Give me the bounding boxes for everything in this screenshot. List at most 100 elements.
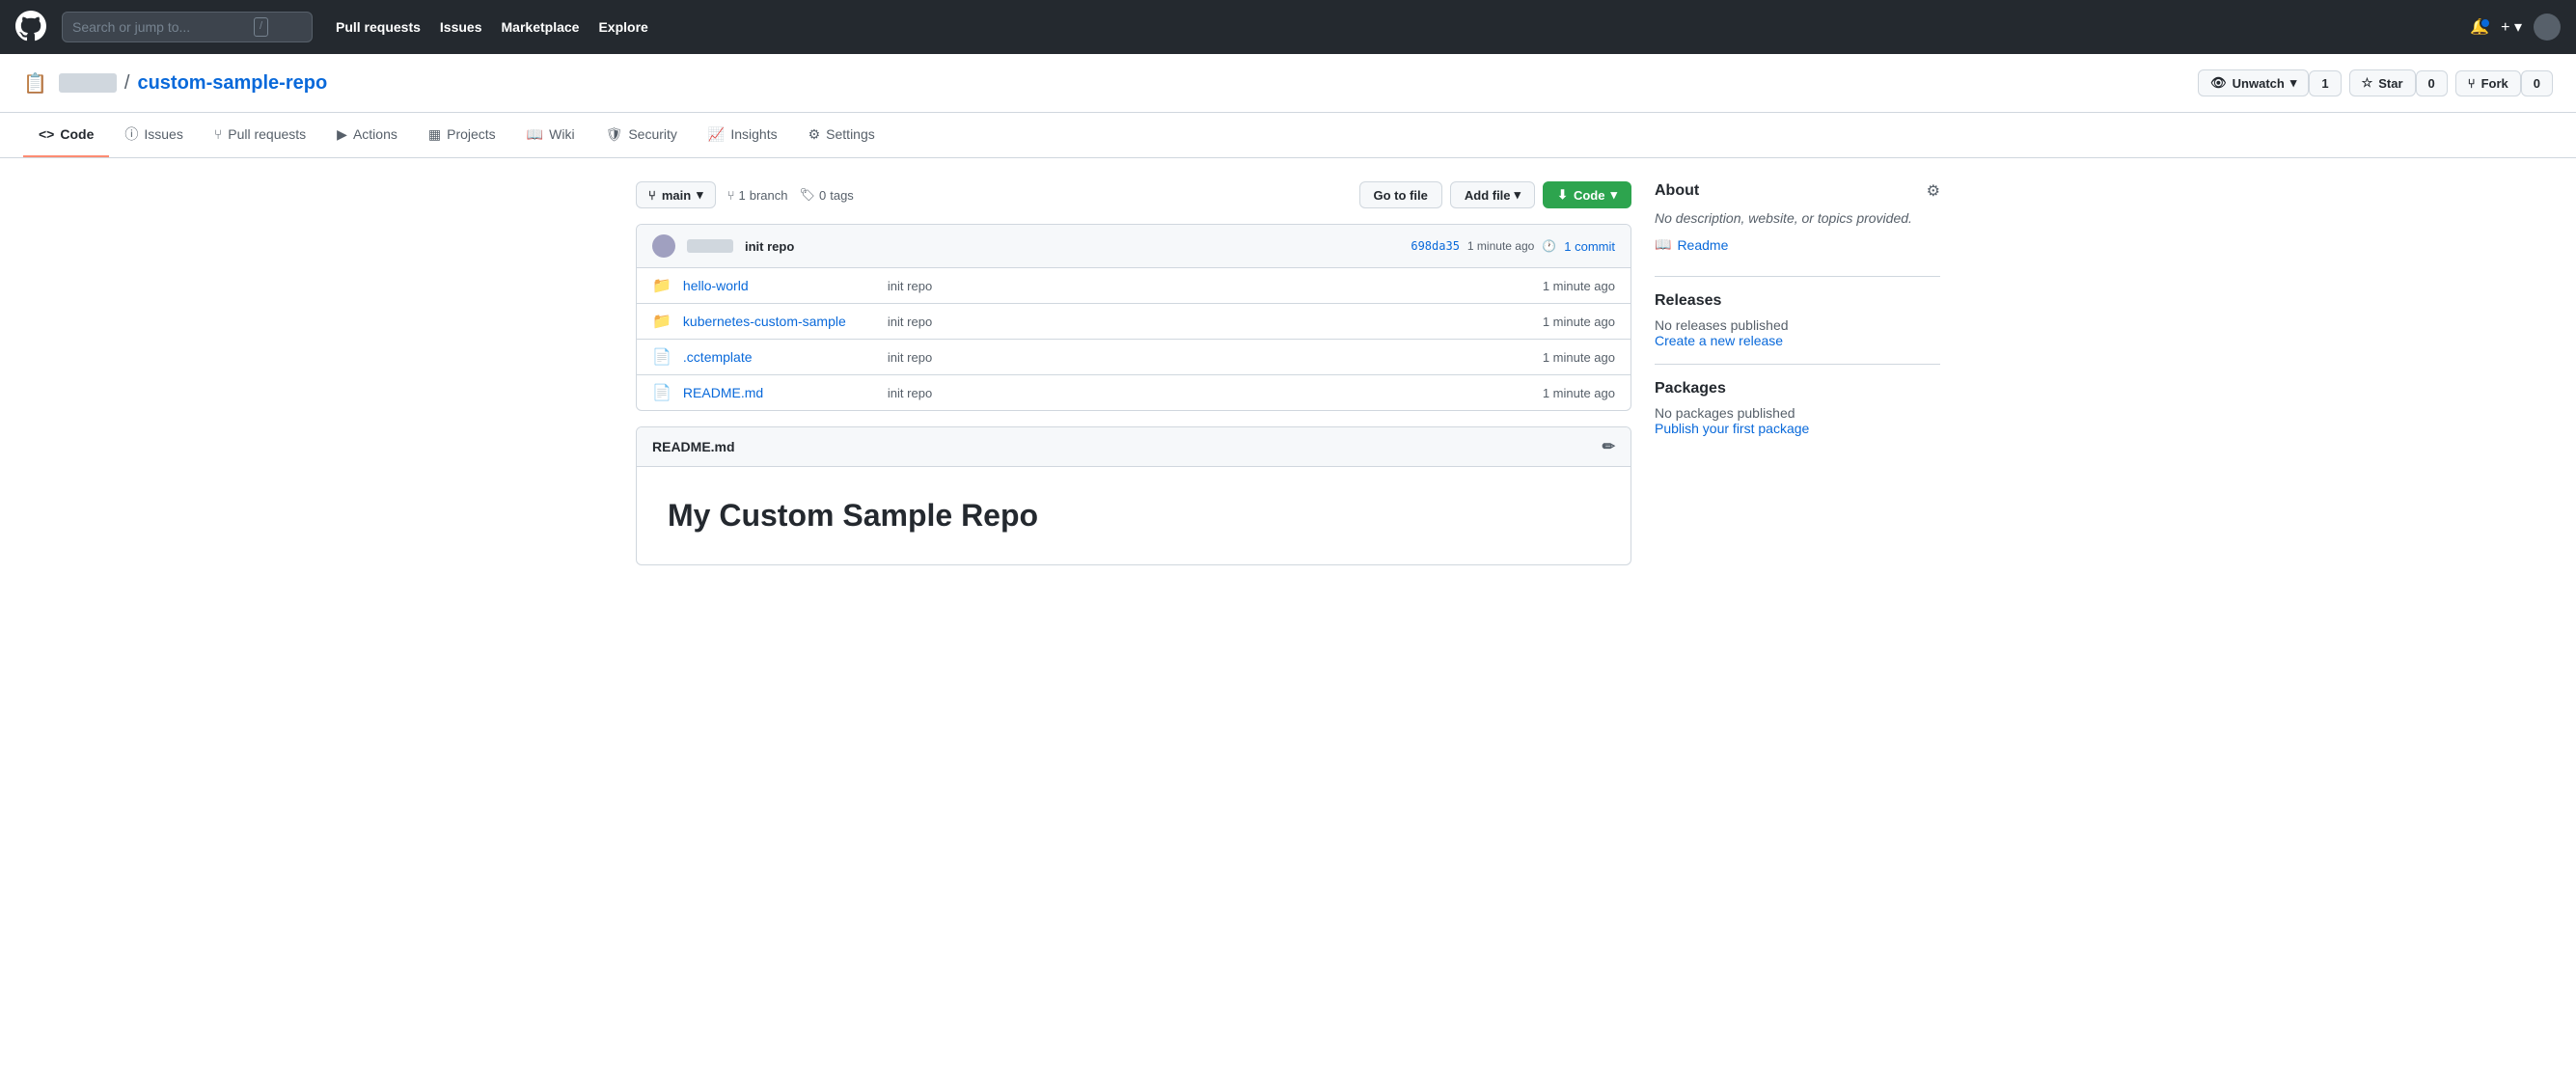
list-item: 📁 kubernetes-custom-sample init repo 1 m… xyxy=(637,304,1631,340)
search-box[interactable]: / xyxy=(62,12,313,41)
divider xyxy=(1655,276,1940,277)
tab-security-label: Security xyxy=(628,126,677,142)
releases-title: Releases xyxy=(1655,292,1940,310)
file-name[interactable]: .cctemplate xyxy=(683,349,876,365)
commit-avatar xyxy=(652,234,675,258)
tab-wiki-label: Wiki xyxy=(549,126,574,142)
file-time: 1 minute ago xyxy=(1543,315,1615,329)
new-button[interactable]: + ▾ xyxy=(2501,17,2522,37)
nav-marketplace[interactable]: Marketplace xyxy=(502,19,580,35)
add-file-label: Add file xyxy=(1465,188,1511,203)
nav-issues[interactable]: Issues xyxy=(440,19,482,35)
packages-section: Packages No packages published Publish y… xyxy=(1655,380,1940,436)
nav-explore[interactable]: Explore xyxy=(598,19,647,35)
star-label: Star xyxy=(2378,76,2402,91)
file-commit: init repo xyxy=(888,279,1531,293)
commit-author-placeholder xyxy=(687,239,733,253)
code-button[interactable]: ⬇ Code ▾ xyxy=(1543,181,1631,208)
add-file-button[interactable]: Add file ▾ xyxy=(1450,181,1535,208)
breadcrumb-sep: / xyxy=(124,72,130,95)
add-file-chevron-icon: ▾ xyxy=(1515,187,1521,203)
commit-hash[interactable]: 698da35 xyxy=(1411,239,1460,253)
fork-button[interactable]: ⑂ Fork xyxy=(2455,70,2521,96)
tab-code[interactable]: <> Code xyxy=(23,113,109,157)
tag-count: 0 xyxy=(819,188,826,203)
tab-actions[interactable]: ▶ Actions xyxy=(321,113,413,157)
watch-button[interactable]: 👁 Unwatch ▾ xyxy=(2198,69,2309,96)
tag-count-link[interactable]: 🏷 0 tags xyxy=(799,187,853,203)
github-logo-icon[interactable] xyxy=(15,11,46,44)
fork-count: 0 xyxy=(2521,70,2553,96)
tab-settings[interactable]: ⚙ Settings xyxy=(793,113,891,157)
top-nav-links: Pull requests Issues Marketplace Explore xyxy=(336,19,648,35)
readme-box: README.md ✏ My Custom Sample Repo xyxy=(636,426,1631,565)
gear-icon[interactable]: ⚙ xyxy=(1927,181,1940,201)
repo-name-link[interactable]: custom-sample-repo xyxy=(137,72,327,95)
issues-icon: ⓘ xyxy=(124,124,138,144)
file-commit: init repo xyxy=(888,350,1531,365)
code-icon: <> xyxy=(39,126,54,142)
star-icon: ☆ xyxy=(2362,75,2373,91)
top-nav-right: 🔔 + ▾ xyxy=(2470,14,2561,41)
list-item: 📁 hello-world init repo 1 minute ago xyxy=(637,268,1631,304)
tab-settings-label: Settings xyxy=(826,126,875,142)
about-desc: No description, website, or topics provi… xyxy=(1655,208,1940,229)
packages-desc: No packages published xyxy=(1655,405,1940,421)
readme-content: My Custom Sample Repo xyxy=(637,467,1631,564)
branch-count-link[interactable]: ⑂ 1 branch xyxy=(727,188,788,203)
file-icon: 📄 xyxy=(652,347,671,367)
branch-count: 1 xyxy=(739,188,746,203)
file-name[interactable]: README.md xyxy=(683,385,876,400)
security-icon: 🛡 xyxy=(606,126,623,143)
branch-icon: ⑂ xyxy=(648,188,656,203)
list-item: 📄 README.md init repo 1 minute ago xyxy=(637,375,1631,410)
file-commit: init repo xyxy=(888,386,1531,400)
branch-chevron-icon: ▾ xyxy=(697,187,703,203)
tab-issues-label: Issues xyxy=(144,126,182,142)
tag-icon: 🏷 xyxy=(799,187,815,203)
tab-pull-requests[interactable]: ⑂ Pull requests xyxy=(199,113,321,157)
breadcrumb: 📋 / custom-sample-repo xyxy=(23,71,327,96)
file-time: 1 minute ago xyxy=(1543,350,1615,365)
pr-icon: ⑂ xyxy=(214,126,222,142)
book-icon: 📖 xyxy=(1655,236,1671,253)
wiki-icon: 📖 xyxy=(527,126,543,143)
folder-icon: 📁 xyxy=(652,312,671,331)
file-name[interactable]: kubernetes-custom-sample xyxy=(683,314,876,329)
insights-icon: 📈 xyxy=(708,126,725,143)
publish-package-link[interactable]: Publish your first package xyxy=(1655,421,1809,436)
tab-security[interactable]: 🛡 Security xyxy=(590,113,693,157)
file-name[interactable]: hello-world xyxy=(683,278,876,293)
notifications-icon[interactable]: 🔔 xyxy=(2470,17,2489,37)
tab-insights[interactable]: 📈 Insights xyxy=(693,113,793,157)
fork-icon: ⑂ xyxy=(2468,76,2476,91)
nav-pull-requests[interactable]: Pull requests xyxy=(336,19,421,35)
branch-right: Go to file Add file ▾ ⬇ Code ▾ xyxy=(1359,181,1631,208)
commit-message: init repo xyxy=(745,239,1399,254)
tab-actions-label: Actions xyxy=(353,126,397,142)
branch-selector[interactable]: ⑂ main ▾ xyxy=(636,181,716,208)
branch-left: ⑂ main ▾ ⑂ 1 branch 🏷 0 tags xyxy=(636,181,854,208)
settings-icon: ⚙ xyxy=(808,126,821,143)
edit-icon[interactable]: ✏ xyxy=(1603,437,1615,456)
search-input[interactable] xyxy=(72,19,246,35)
file-time: 1 minute ago xyxy=(1543,279,1615,293)
file-icon: 📄 xyxy=(652,383,671,402)
commit-time: 1 minute ago xyxy=(1467,239,1534,253)
star-button[interactable]: ☆ Star xyxy=(2349,69,2416,96)
tab-issues[interactable]: ⓘ Issues xyxy=(109,113,198,157)
projects-icon: ▦ xyxy=(428,126,441,143)
tab-wiki[interactable]: 📖 Wiki xyxy=(511,113,590,157)
about-section: About ⚙ No description, website, or topi… xyxy=(1655,181,1940,253)
tab-projects[interactable]: ▦ Projects xyxy=(413,113,511,157)
readme-link[interactable]: 📖 Readme xyxy=(1655,236,1940,253)
about-header: About ⚙ xyxy=(1655,181,1940,201)
commit-history-link[interactable]: 1 commit xyxy=(1564,239,1615,254)
main-content: ⑂ main ▾ ⑂ 1 branch 🏷 0 tags Go to file xyxy=(613,158,1963,589)
branch-bar: ⑂ main ▾ ⑂ 1 branch 🏷 0 tags Go to file xyxy=(636,181,1631,208)
repo-header: 📋 / custom-sample-repo 👁 Unwatch ▾ 1 ☆ S… xyxy=(0,54,2576,113)
avatar[interactable] xyxy=(2534,14,2561,41)
readme-title: My Custom Sample Repo xyxy=(668,498,1600,534)
go-to-file-button[interactable]: Go to file xyxy=(1359,181,1442,208)
create-release-link[interactable]: Create a new release xyxy=(1655,333,1783,348)
